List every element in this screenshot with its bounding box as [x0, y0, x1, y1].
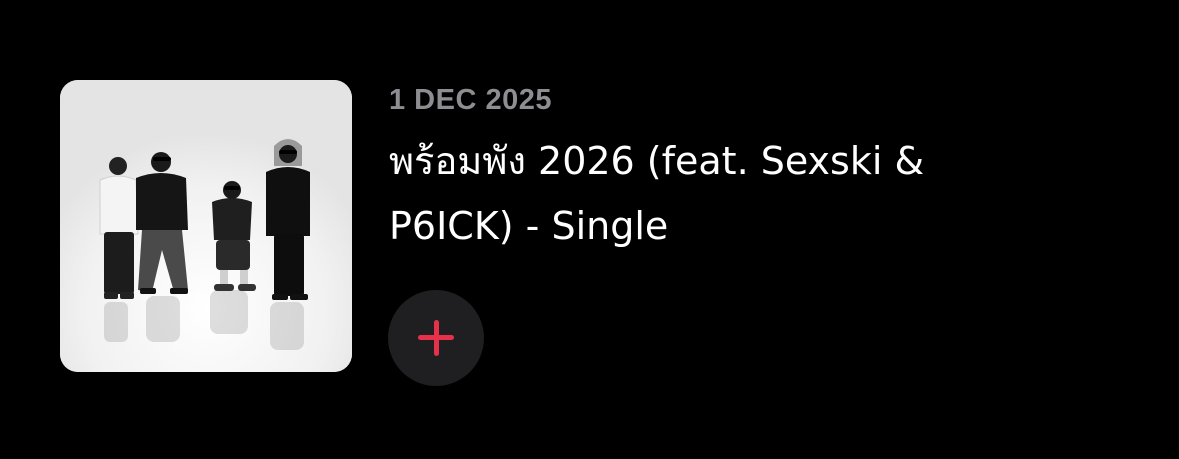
add-to-library-button[interactable]	[388, 290, 484, 386]
release-title[interactable]: พร้อมพัง 2026 (feat. Sexski & P6ICK) - S…	[389, 129, 1009, 259]
release-card: 1 DEC 2025 พร้อมพัง 2026 (feat. Sexski &…	[0, 0, 1179, 459]
album-artwork-image	[60, 80, 352, 372]
plus-icon-vertical	[433, 320, 439, 356]
release-info: 1 DEC 2025 พร้อมพัง 2026 (feat. Sexski &…	[389, 82, 1149, 259]
plus-icon	[418, 320, 454, 356]
album-artwork[interactable]	[60, 80, 352, 372]
release-date: 1 DEC 2025	[389, 84, 552, 116]
